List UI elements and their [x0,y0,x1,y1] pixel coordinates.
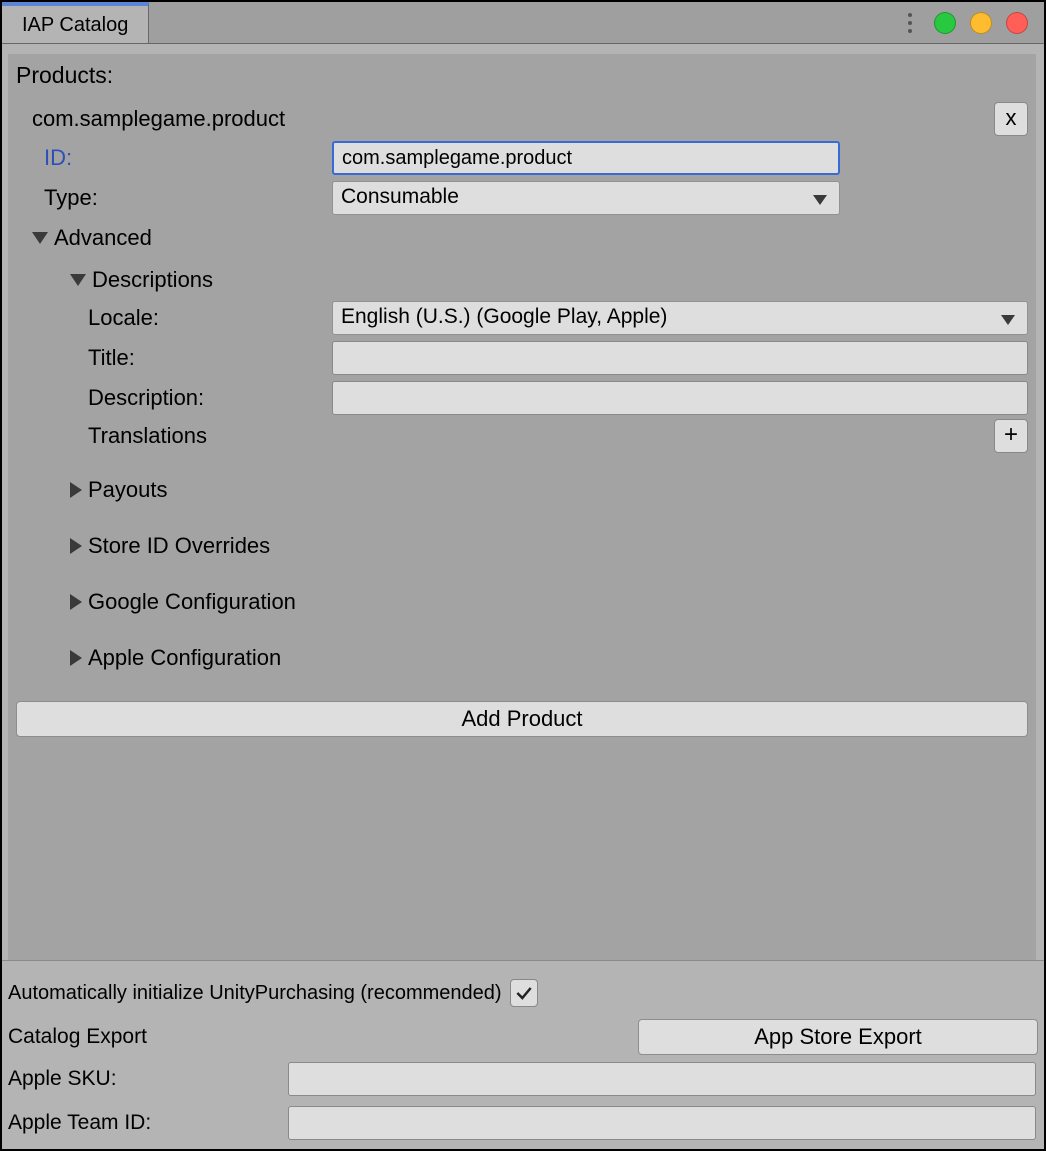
remove-product-button[interactable]: x [994,102,1028,136]
foldout-descriptions[interactable]: Descriptions [14,261,1030,299]
title-label: Title: [14,345,332,371]
type-dropdown[interactable]: Consumable [332,181,840,215]
titlebar: IAP Catalog [2,2,1044,44]
tab-iap-catalog[interactable]: IAP Catalog [2,2,149,43]
row-catalog-export: Catalog Export App Store Export [8,1019,1038,1055]
locale-label: Locale: [14,305,332,331]
window-close-icon[interactable] [1006,12,1028,34]
row-title: Title: [14,339,1030,377]
add-translation-button[interactable]: + [994,419,1028,453]
auto-init-checkbox[interactable] [510,979,538,1007]
chevron-down-icon [32,232,48,244]
row-description: Description: [14,379,1030,417]
window-maximize-icon[interactable] [970,12,992,34]
description-input[interactable] [332,381,1028,415]
foldout-google-config[interactable]: Google Configuration [14,583,1030,621]
foldout-store-overrides[interactable]: Store ID Overrides [14,527,1030,565]
row-apple-team: Apple Team ID: [8,1105,1038,1141]
apple-team-label: Apple Team ID: [8,1111,288,1135]
chevron-right-icon [70,650,82,666]
row-type: Type: Consumable [14,179,1030,217]
apple-config-label: Apple Configuration [88,645,281,671]
catalog-export-label: Catalog Export [8,1025,638,1049]
id-input[interactable] [332,141,840,175]
row-translations: Translations + [14,419,1030,453]
apple-sku-input[interactable] [288,1062,1036,1096]
product-header: com.samplegame.product x [14,99,1030,139]
foldout-advanced[interactable]: Advanced [14,219,1030,257]
type-label: Type: [14,185,332,211]
payouts-label: Payouts [88,477,168,503]
translations-label: Translations [14,423,994,449]
apple-sku-label: Apple SKU: [8,1067,288,1091]
locale-dropdown[interactable]: English (U.S.) (Google Play, Apple) [332,301,1028,335]
window-minimize-icon[interactable] [934,12,956,34]
product-id-header: com.samplegame.product [32,106,285,132]
google-config-label: Google Configuration [88,589,296,615]
products-label: Products: [16,62,1030,89]
advanced-label: Advanced [54,225,152,251]
store-overrides-label: Store ID Overrides [88,533,270,559]
row-locale: Locale: English (U.S.) (Google Play, App… [14,299,1030,337]
chevron-right-icon [70,482,82,498]
add-product-button[interactable]: Add Product [16,701,1028,737]
content-panel: Products: com.samplegame.product x ID: T… [8,54,1036,960]
description-label: Description: [14,385,332,411]
row-auto-init: Automatically initialize UnityPurchasing… [8,975,1038,1011]
bottom-panel: Automatically initialize UnityPurchasing… [2,960,1044,1149]
id-label: ID: [14,145,332,171]
window-controls [908,2,1044,43]
tab-label: IAP Catalog [22,14,128,37]
chevron-right-icon [70,538,82,554]
chevron-right-icon [70,594,82,610]
foldout-payouts[interactable]: Payouts [14,471,1030,509]
chevron-down-icon [70,274,86,286]
auto-init-label: Automatically initialize UnityPurchasing… [8,982,502,1005]
title-input[interactable] [332,341,1028,375]
row-apple-sku: Apple SKU: [8,1061,1038,1097]
type-value: Consumable [341,185,459,208]
apple-team-input[interactable] [288,1106,1036,1140]
descriptions-label: Descriptions [92,267,213,293]
check-icon [514,983,534,1003]
app-store-export-button[interactable]: App Store Export [638,1019,1038,1055]
kebab-menu-icon[interactable] [908,13,912,33]
row-id: ID: [14,139,1030,177]
locale-value: English (U.S.) (Google Play, Apple) [341,305,667,328]
foldout-apple-config[interactable]: Apple Configuration [14,639,1030,677]
